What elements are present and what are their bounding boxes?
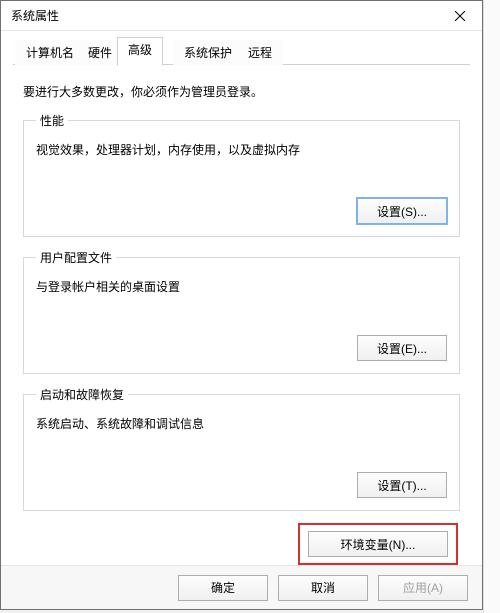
- environment-variables-button[interactable]: 环境变量(N)...: [308, 531, 448, 557]
- group-performance: 性能 视觉效果，处理器计划，内存使用，以及虚拟内存 设置(S)...: [23, 112, 460, 237]
- group-user-profile-legend: 用户配置文件: [36, 249, 116, 266]
- tab-computer-name[interactable]: 计算机名: [15, 40, 85, 65]
- env-highlight-box: 环境变量(N)...: [298, 523, 458, 565]
- group-user-profile-desc: 与登录帐户相关的桌面设置: [36, 278, 447, 295]
- group-startup-recovery-desc: 系统启动、系统故障和调试信息: [36, 415, 447, 432]
- tab-advanced[interactable]: 高级: [117, 37, 163, 66]
- dialog-footer: 确定 取消 应用(A): [1, 565, 482, 609]
- background-strip: [483, 0, 500, 613]
- group-startup-recovery: 启动和故障恢复 系统启动、系统故障和调试信息 设置(T)...: [23, 386, 460, 511]
- system-properties-dialog: 系统属性 计算机名 硬件 高级 系统保护 远程 要进行大多数更改，你必须作为管理…: [0, 0, 483, 610]
- group-performance-legend: 性能: [36, 112, 68, 129]
- admin-required-text: 要进行大多数更改，你必须作为管理员登录。: [23, 83, 460, 100]
- performance-settings-button[interactable]: 设置(S)...: [357, 198, 447, 224]
- titlebar: 系统属性: [1, 1, 482, 31]
- close-icon: [455, 11, 465, 21]
- ok-button[interactable]: 确定: [178, 575, 268, 601]
- cancel-button[interactable]: 取消: [278, 575, 368, 601]
- close-button[interactable]: [437, 1, 482, 31]
- group-user-profile: 用户配置文件 与登录帐户相关的桌面设置 设置(E)...: [23, 249, 460, 374]
- tab-remote[interactable]: 远程: [237, 40, 283, 65]
- startup-recovery-settings-button[interactable]: 设置(T)...: [357, 472, 447, 498]
- tab-page-advanced: 要进行大多数更改，你必须作为管理员登录。 性能 视觉效果，处理器计划，内存使用，…: [13, 65, 470, 575]
- tab-strip: 计算机名 硬件 高级 系统保护 远程: [13, 37, 470, 65]
- group-performance-desc: 视觉效果，处理器计划，内存使用，以及虚拟内存: [36, 141, 447, 158]
- window-title: 系统属性: [11, 7, 59, 24]
- env-row: 环境变量(N)...: [23, 523, 460, 565]
- tab-system-protection[interactable]: 系统保护: [173, 40, 243, 65]
- group-startup-recovery-legend: 启动和故障恢复: [36, 386, 128, 403]
- user-profile-settings-button[interactable]: 设置(E)...: [357, 335, 447, 361]
- apply-button[interactable]: 应用(A): [378, 575, 468, 601]
